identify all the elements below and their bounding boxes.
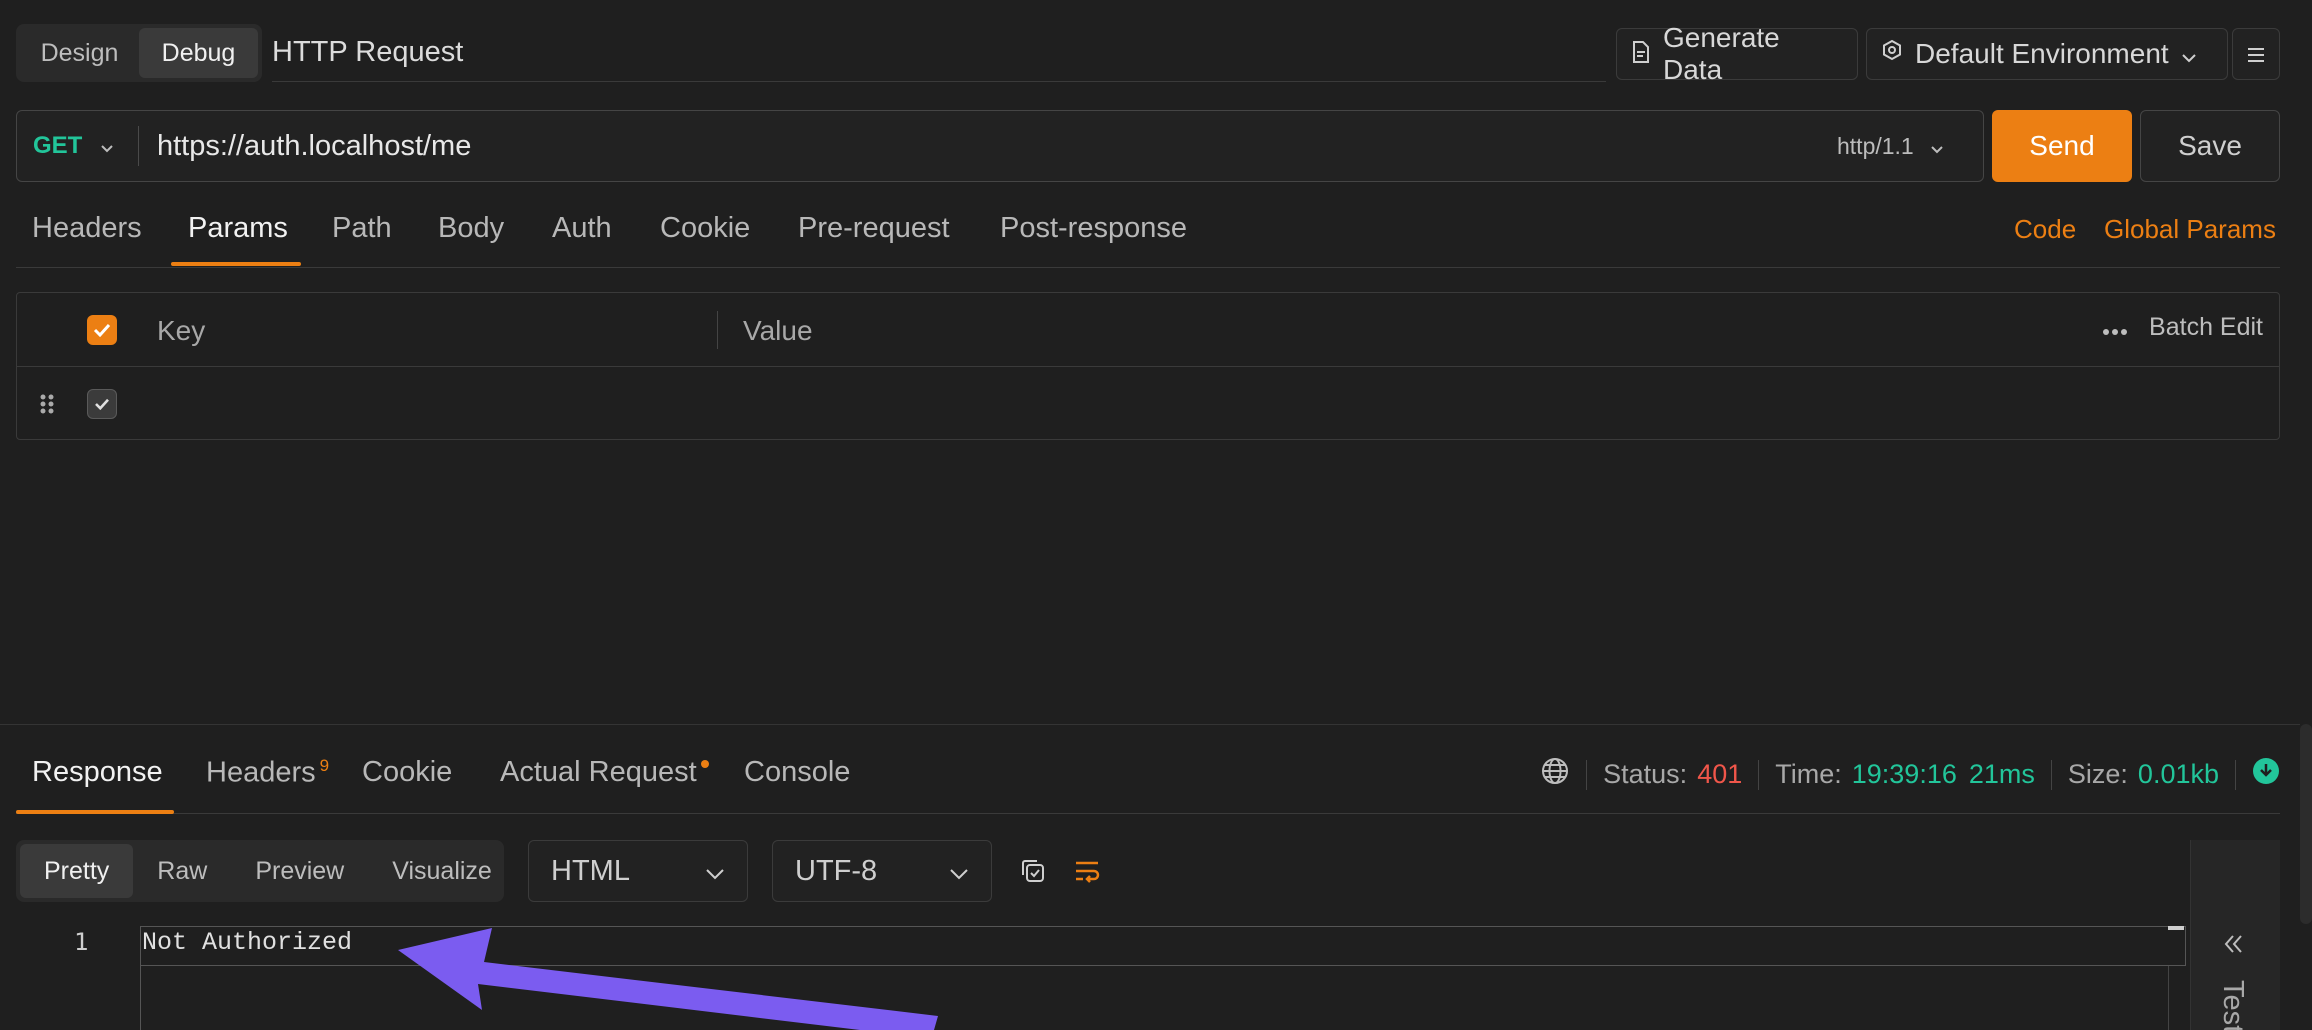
environment-select[interactable]: Default Environment	[1866, 28, 2228, 80]
encoding-label: UTF-8	[795, 854, 878, 887]
params-table: Key Value Batch Edit	[16, 292, 2280, 440]
tab-response-headers-label: Headers	[206, 756, 316, 789]
chevron-down-icon	[705, 855, 725, 888]
scrollbar[interactable]	[2300, 724, 2312, 924]
unread-dot	[700, 760, 709, 768]
word-wrap-icon[interactable]	[1070, 854, 1104, 888]
format-visualize[interactable]: Visualize	[368, 844, 516, 898]
top-bar: Design Debug HTTP Request Generate Data …	[0, 0, 2312, 106]
scroll-marker	[2168, 926, 2184, 930]
hexagon-settings-icon	[1881, 38, 1903, 70]
chevron-down-icon	[949, 855, 969, 888]
method-label: GET	[33, 132, 83, 159]
download-icon[interactable]	[2252, 757, 2280, 792]
format-raw[interactable]: Raw	[133, 844, 231, 898]
hamburger-icon	[2246, 38, 2266, 70]
globe-icon[interactable]	[1540, 756, 1570, 793]
tab-actual-request-label: Actual Request	[500, 756, 697, 788]
status-label: Status:	[1603, 759, 1688, 789]
protocol-label: http/1.1	[1837, 132, 1914, 159]
headers-count-badge: 9	[319, 756, 330, 775]
key-column-header: Key	[157, 315, 206, 346]
format-tabs: Pretty Raw Preview Visualize	[16, 840, 504, 902]
chevron-down-icon	[2181, 38, 2197, 70]
environment-label: Default Environment	[1915, 38, 2169, 69]
tab-console[interactable]: Console	[744, 756, 850, 789]
size-label: Size:	[2067, 759, 2128, 789]
tab-post-response[interactable]: Post-response	[1000, 212, 1187, 245]
generate-data-button[interactable]: Generate Data	[1616, 22, 1858, 85]
select-all-checkbox[interactable]	[87, 315, 117, 345]
chevron-down-icon	[100, 132, 114, 160]
tab-body[interactable]: Body	[438, 212, 504, 245]
tab-response[interactable]: Response	[32, 756, 163, 789]
tab-response-cookie[interactable]: Cookie	[362, 756, 452, 789]
save-button[interactable]: Save	[2140, 110, 2280, 182]
document-icon	[1631, 38, 1651, 70]
protocol-select[interactable]: http/1.1	[1825, 133, 1983, 160]
tab-params[interactable]: Params	[188, 212, 288, 245]
row-checkbox[interactable]	[87, 389, 117, 419]
batch-edit-button[interactable]: Batch Edit	[2149, 313, 2263, 342]
code-editor-border	[140, 966, 141, 1030]
mode-toggle: Design Debug	[16, 24, 262, 82]
status-code: 401	[1697, 759, 1743, 789]
tab-response-headers[interactable]: Headers 9	[206, 756, 329, 790]
tab-cookie[interactable]: Cookie	[660, 212, 750, 245]
content-type-select[interactable]: HTML	[528, 840, 748, 902]
separator	[1586, 759, 1588, 790]
encoding-select[interactable]: UTF-8	[772, 840, 992, 902]
request-tabs: Headers Params Path Body Auth Cookie Pre…	[16, 196, 2280, 268]
chevron-down-icon	[1930, 133, 1944, 160]
line-number: 1	[74, 928, 89, 956]
size-value: 0.01kb	[2137, 759, 2219, 789]
response-tabs: Response Headers 9 Cookie Actual Request …	[16, 740, 2280, 814]
send-button[interactable]: Send	[1992, 110, 2132, 182]
value-column-header: Value	[743, 315, 813, 346]
request-title-input[interactable]: HTTP Request	[272, 30, 1606, 82]
tab-path[interactable]: Path	[332, 212, 392, 245]
test-panel-label: Test	[2217, 980, 2249, 1030]
code-line-highlight	[140, 926, 2186, 966]
column-divider[interactable]	[717, 311, 718, 349]
content-type-label: HTML	[551, 854, 630, 887]
test-side-panel[interactable]: Test	[2190, 840, 2280, 1030]
active-tab-indicator	[171, 262, 301, 266]
separator	[1758, 759, 1760, 790]
time-label: Time:	[1775, 759, 1842, 789]
code-link[interactable]: Code	[2014, 214, 2076, 245]
tab-headers[interactable]: Headers	[32, 212, 142, 245]
params-table-header: Key Value Batch Edit	[17, 293, 2279, 367]
more-icon[interactable]	[2103, 313, 2128, 342]
separator	[2050, 759, 2052, 790]
panel-divider[interactable]	[0, 724, 2300, 725]
batch-edit-group: Batch Edit	[2103, 313, 2263, 342]
tab-auth[interactable]: Auth	[552, 212, 612, 245]
active-tab-indicator	[16, 810, 174, 814]
time-duration: 21ms	[1968, 759, 2035, 789]
format-preview[interactable]: Preview	[231, 844, 368, 898]
method-select[interactable]: GET	[17, 126, 139, 166]
copy-icon[interactable]	[1016, 854, 1050, 888]
generate-data-label: Generate Data	[1663, 22, 1780, 85]
tab-actual-request[interactable]: Actual Request	[500, 756, 709, 789]
global-params-link[interactable]: Global Params	[2104, 214, 2276, 245]
time-clock: 19:39:16	[1851, 759, 1957, 789]
double-chevron-left-icon[interactable]	[2223, 934, 2245, 959]
response-status-bar: Status: 401 Time: 19:39:16 21ms Size: 0.…	[1540, 756, 2280, 793]
code-editor-border	[2168, 966, 2169, 1030]
debug-mode-button[interactable]: Debug	[139, 28, 258, 78]
design-mode-button[interactable]: Design	[20, 28, 139, 78]
url-bar: GET http/1.1	[16, 110, 1984, 182]
separator	[2235, 759, 2236, 790]
tab-pre-request[interactable]: Pre-request	[798, 212, 950, 245]
url-input[interactable]	[139, 116, 1825, 176]
format-pretty[interactable]: Pretty	[20, 844, 134, 898]
drag-handle-icon[interactable]	[39, 393, 55, 420]
menu-button[interactable]	[2232, 28, 2280, 80]
response-body-text[interactable]: Not Authorized	[142, 928, 352, 957]
